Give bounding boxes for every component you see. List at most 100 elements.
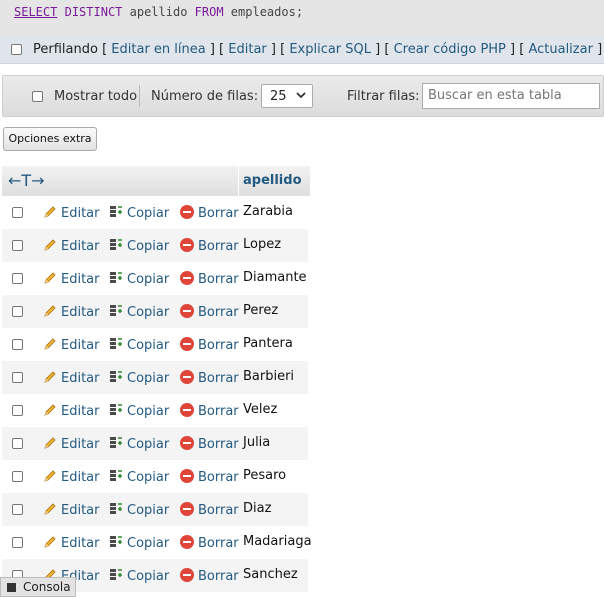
pencil-icon — [44, 338, 56, 350]
edit-row-button[interactable]: Editar — [42, 336, 100, 353]
rows-select[interactable]: 25 — [261, 84, 313, 108]
copy-row-button[interactable]: Copiar — [108, 567, 169, 584]
delete-label: Borrar — [198, 272, 239, 287]
console-label: Consola — [23, 580, 71, 594]
console-icon — [7, 583, 16, 592]
sql-keyword-select: SELECT — [14, 5, 58, 19]
edit-row-button[interactable]: Editar — [42, 303, 100, 320]
copy-label: Copiar — [127, 272, 170, 287]
rows-label: Número de filas: — [151, 89, 259, 104]
row-checkbox[interactable] — [12, 306, 23, 317]
row-checkbox[interactable] — [12, 537, 23, 548]
table-row: Editar Copiar Borrar Velez — [2, 394, 308, 427]
row-checkbox[interactable] — [12, 339, 23, 350]
delete-icon — [180, 502, 194, 516]
row-checkbox[interactable] — [12, 372, 23, 383]
cell-apellido: Madariaga — [243, 534, 312, 549]
delete-row-button[interactable]: Borrar — [179, 468, 239, 485]
edit-row-button[interactable]: Editar — [42, 270, 100, 287]
copy-row-button[interactable]: Copiar — [108, 468, 169, 485]
delete-icon — [180, 337, 194, 351]
column-header-apellido[interactable]: apellido — [238, 166, 310, 196]
delete-row-button[interactable]: Borrar — [179, 402, 239, 419]
copy-label: Copiar — [127, 470, 170, 485]
sql-keyword-distinct: DISTINCT — [64, 5, 123, 19]
copy-row-button[interactable]: Copiar — [108, 303, 169, 320]
edit-row-button[interactable]: Editar — [42, 204, 100, 221]
link-create-php[interactable]: Crear código PHP — [394, 42, 506, 57]
delete-row-button[interactable]: Borrar — [179, 270, 239, 287]
edit-row-button[interactable]: Editar — [42, 501, 100, 518]
profiling-checkbox[interactable] — [11, 44, 22, 55]
edit-label: Editar — [61, 338, 100, 353]
edit-label: Editar — [61, 437, 100, 452]
delete-row-button[interactable]: Borrar — [179, 567, 239, 584]
link-refresh[interactable]: Actualizar — [528, 42, 592, 57]
table-row: Editar Copiar Borrar Pantera — [2, 328, 308, 361]
row-checkbox[interactable] — [12, 438, 23, 449]
divider — [139, 85, 140, 107]
delete-row-button[interactable]: Borrar — [179, 303, 239, 320]
filter-input[interactable]: Buscar en esta tabla — [422, 83, 600, 109]
cell-apellido: Diaz — [243, 501, 272, 516]
row-checkbox[interactable] — [12, 471, 23, 482]
copy-row-button[interactable]: Copiar — [108, 270, 169, 287]
edit-row-button[interactable]: Editar — [42, 237, 100, 254]
delete-label: Borrar — [198, 437, 239, 452]
delete-row-button[interactable]: Borrar — [179, 336, 239, 353]
copy-row-button[interactable]: Copiar — [108, 534, 169, 551]
profiling-label: Perfilando — [33, 42, 98, 57]
delete-row-button[interactable]: Borrar — [179, 204, 239, 221]
row-checkbox[interactable] — [12, 405, 23, 416]
copy-label: Copiar — [127, 371, 170, 386]
edit-row-button[interactable]: Editar — [42, 468, 100, 485]
copy-row-button[interactable]: Copiar — [108, 369, 169, 386]
extra-options-button[interactable]: Opciones extra — [3, 127, 97, 151]
filter-label: Filtrar filas: — [347, 89, 420, 104]
row-checkbox[interactable] — [12, 504, 23, 515]
delete-label: Borrar — [198, 305, 239, 320]
copy-icon — [110, 470, 122, 481]
copy-row-button[interactable]: Copiar — [108, 336, 169, 353]
row-checkbox[interactable] — [12, 240, 23, 251]
column-resize-arrows[interactable]: ←T→ — [8, 171, 45, 190]
console-toggle[interactable]: Consola — [0, 577, 76, 597]
row-checkbox[interactable] — [12, 273, 23, 284]
edit-label: Editar — [61, 503, 100, 518]
delete-row-button[interactable]: Borrar — [179, 534, 239, 551]
delete-row-button[interactable]: Borrar — [179, 501, 239, 518]
copy-icon — [110, 206, 122, 217]
copy-row-button[interactable]: Copiar — [108, 204, 169, 221]
row-checkbox[interactable] — [12, 207, 23, 218]
edit-label: Editar — [61, 272, 100, 287]
pencil-icon — [44, 305, 56, 317]
copy-row-button[interactable]: Copiar — [108, 402, 169, 419]
copy-row-button[interactable]: Copiar — [108, 501, 169, 518]
edit-row-button[interactable]: Editar — [42, 402, 100, 419]
copy-icon — [110, 371, 122, 382]
delete-icon — [180, 370, 194, 384]
show-all-checkbox[interactable] — [32, 91, 43, 102]
edit-row-button[interactable]: Editar — [42, 369, 100, 386]
cell-apellido: Sanchez — [243, 567, 298, 582]
copy-icon — [110, 569, 122, 580]
delete-row-button[interactable]: Borrar — [179, 369, 239, 386]
column-header-label: apellido — [243, 173, 302, 188]
edit-row-button[interactable]: Editar — [42, 435, 100, 452]
copy-label: Copiar — [127, 569, 170, 584]
edit-row-button[interactable]: Editar — [42, 534, 100, 551]
sql-table: empleados; — [230, 5, 304, 19]
copy-row-button[interactable]: Copiar — [108, 237, 169, 254]
delete-row-button[interactable]: Borrar — [179, 435, 239, 452]
link-edit[interactable]: Editar — [228, 42, 267, 57]
cell-apellido: Lopez — [243, 237, 282, 252]
link-inline-edit[interactable]: Editar en línea — [111, 42, 205, 57]
cell-apellido: Velez — [243, 402, 278, 417]
delete-label: Borrar — [198, 206, 239, 221]
copy-row-button[interactable]: Copiar — [108, 435, 169, 452]
copy-label: Copiar — [127, 536, 170, 551]
table-row: Editar Copiar Borrar Diamante — [2, 262, 308, 295]
delete-row-button[interactable]: Borrar — [179, 237, 239, 254]
delete-icon — [180, 403, 194, 417]
link-explain-sql[interactable]: Explicar SQL — [289, 42, 371, 57]
